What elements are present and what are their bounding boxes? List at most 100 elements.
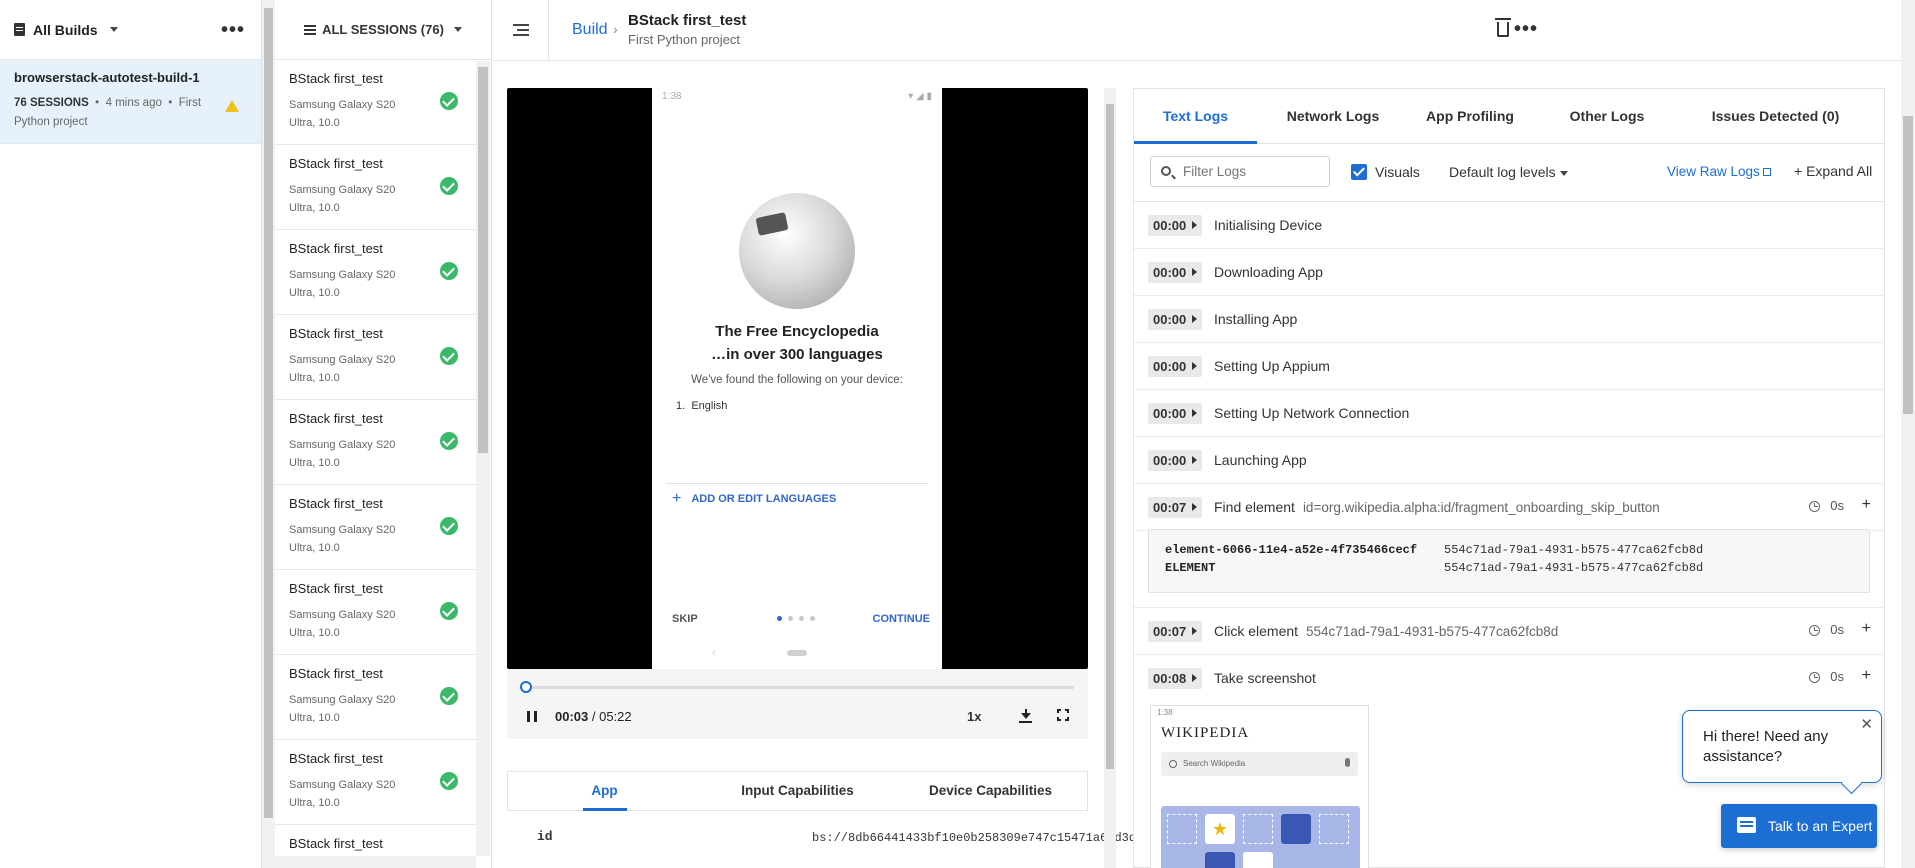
sessions-header-dropdown[interactable]: ALL SESSIONS (76) <box>275 0 491 60</box>
session-list-item[interactable]: BStack first_test Samsung Galaxy S20 Ultr… <box>275 740 476 825</box>
session-device: Samsung Galaxy S20 Ultra, 10.0 <box>289 524 396 554</box>
pause-icon[interactable] <box>527 711 537 722</box>
add-languages-link: + ADD OR EDIT LANGUAGES <box>672 490 836 508</box>
log-levels-dropdown[interactable]: Default log levels <box>1449 164 1568 180</box>
session-list-item[interactable]: BStack first_test Samsung Galaxy S20 Ultr… <box>275 315 476 400</box>
delete-icon[interactable] <box>1495 18 1511 37</box>
tab-network-logs[interactable]: Network Logs <box>1257 89 1409 143</box>
session-list-item[interactable]: BStack first_test Samsung Galaxy S20 Ultr… <box>275 60 476 145</box>
log-row[interactable]: 00:00 Setting Up Appium <box>1134 343 1884 390</box>
session-list-item[interactable]: BStack first_test Samsung Galaxy S20 Ultr… <box>275 230 476 315</box>
log-timestamp[interactable]: 00:00 <box>1148 450 1203 471</box>
sessions-scrollbar[interactable] <box>476 61 490 856</box>
session-title: BStack first_test <box>289 836 383 851</box>
filter-logs-input[interactable] <box>1150 156 1330 187</box>
tab-text-logs[interactable]: Text Logs <box>1134 89 1257 144</box>
screenshot-thumbnail[interactable]: 1:38 WIKIPEDIA Search Wikipedia ★ <box>1150 705 1369 868</box>
session-device: Samsung Galaxy S20 Ultra, 10.0 <box>289 694 396 724</box>
expand-plus-icon[interactable]: + <box>1862 620 1871 638</box>
log-command: Find element <box>1214 499 1295 515</box>
tab-app[interactable]: App <box>508 772 701 811</box>
divider <box>666 483 928 484</box>
log-timestamp[interactable]: 00:08 <box>1148 668 1203 689</box>
video-current-time: 00:03 <box>555 709 589 724</box>
visuals-checkbox[interactable] <box>1351 164 1367 180</box>
toggle-sidebar-button[interactable] <box>493 0 549 60</box>
log-timestamp[interactable]: 00:07 <box>1148 497 1203 518</box>
tab-other-logs[interactable]: Other Logs <box>1531 89 1683 143</box>
microphone-icon <box>1345 758 1350 767</box>
log-timestamp[interactable]: 00:00 <box>1148 309 1203 330</box>
log-message: Find element id=org.wikipedia.alpha:id/fr… <box>1214 499 1660 515</box>
video-progress-knob[interactable] <box>520 681 532 693</box>
more-options-icon[interactable]: ••• <box>1514 19 1538 39</box>
sessions-scrollbar-thumb[interactable] <box>478 67 488 453</box>
check-circle-icon <box>440 517 458 535</box>
session-list-item[interactable]: BStack first_test Samsung Galaxy S20 Ultr… <box>275 145 476 230</box>
wikipedia-wordmark: WIKIPEDIA <box>1161 725 1250 741</box>
plus-icon: + <box>672 490 682 507</box>
session-device: Samsung Galaxy S20 Ultra, 10.0 <box>289 779 396 809</box>
search-icon <box>1161 166 1171 176</box>
log-message: Initialising Device <box>1214 217 1323 233</box>
video-panel: 1:38 ▾ ◢ ▮ The Free Encyclopedia …in ove… <box>507 88 1088 739</box>
builds-more-icon[interactable]: ••• <box>221 20 245 40</box>
tab-issues-detected[interactable]: Issues Detected (0) <box>1683 89 1868 143</box>
log-row[interactable]: 00:00 Initialising Device <box>1134 202 1884 249</box>
session-device: Samsung Galaxy S20 Ultra, 10.0 <box>289 184 396 214</box>
chevron-down-icon <box>109 27 118 32</box>
main-scrollbar[interactable] <box>1104 88 1116 868</box>
log-row[interactable]: 00:00 Launching App <box>1134 437 1884 484</box>
log-row[interactable]: 00:00 Downloading App <box>1134 249 1884 296</box>
log-row[interactable]: 00:00 Installing App <box>1134 296 1884 343</box>
clock-icon <box>1809 625 1820 636</box>
sessions-header-label: ALL SESSIONS (76) <box>322 22 444 37</box>
expand-plus-icon[interactable]: + <box>1862 496 1871 514</box>
session-device: Samsung Galaxy S20 Ultra, 10.0 <box>289 99 396 129</box>
log-row-find-element[interactable]: 00:07 Find element id=org.wikipedia.alpha… <box>1134 484 1884 531</box>
list-icon <box>304 24 317 35</box>
log-timestamp[interactable]: 00:00 <box>1148 215 1203 236</box>
fullscreen-icon[interactable] <box>1056 708 1070 722</box>
builds-scrollbar-thumb[interactable] <box>264 8 273 818</box>
playback-speed-button[interactable]: 1x <box>967 709 981 724</box>
builds-scrollbar[interactable] <box>262 0 275 868</box>
all-builds-dropdown[interactable]: All Builds <box>14 22 118 38</box>
expand-all-button[interactable]: + Expand All <box>1794 163 1872 179</box>
sessions-hscrollbar[interactable] <box>275 856 476 868</box>
breadcrumb-separator-icon: › <box>613 21 618 37</box>
element-key-1: element-6066-11e4-a52e-4f735466cecf <box>1165 543 1418 557</box>
tab-input-capabilities[interactable]: Input Capabilities <box>701 772 894 810</box>
view-raw-logs-link[interactable]: View Raw Logs <box>1667 164 1771 179</box>
home-pill-icon <box>787 650 807 656</box>
log-levels-label: Default log levels <box>1449 164 1556 180</box>
tab-app-profiling[interactable]: App Profiling <box>1409 89 1531 143</box>
build-list-item[interactable]: browserstack-autotest-build-1 76 SESSION… <box>0 60 261 144</box>
session-list-item[interactable]: BStack first_test Samsung Galaxy S20 Ultr… <box>275 570 476 655</box>
log-timestamp[interactable]: 00:00 <box>1148 262 1203 283</box>
log-timestamp[interactable]: 00:00 <box>1148 356 1203 377</box>
thumb-search-placeholder: Search Wikipedia <box>1183 759 1246 768</box>
log-row[interactable]: 00:00 Setting Up Network Connection <box>1134 390 1884 437</box>
video-player[interactable]: 1:38 ▾ ◢ ▮ The Free Encyclopedia …in ove… <box>507 88 1088 669</box>
breadcrumb-build[interactable]: Build <box>572 21 608 39</box>
close-icon[interactable]: ✕ <box>1860 715 1873 735</box>
log-timestamp[interactable]: 00:00 <box>1148 403 1203 424</box>
page-scrollbar-thumb[interactable] <box>1903 116 1913 414</box>
page-indicator <box>777 616 815 621</box>
log-timestamp[interactable]: 00:07 <box>1148 621 1203 642</box>
log-row-click-element[interactable]: 00:07 Click element 554c71ad-79a1-4931-b5… <box>1134 608 1884 655</box>
tab-device-capabilities[interactable]: Device Capabilities <box>894 772 1087 810</box>
capability-value: bs://8db66441433bf10e0b258309e747c15471a… <box>812 831 1137 845</box>
expand-plus-icon[interactable]: + <box>1862 667 1871 685</box>
session-list-item[interactable]: BStack first_test Samsung Galaxy S20 Ultr… <box>275 655 476 740</box>
session-list-item[interactable]: BStack first_test Samsung Galaxy S20 Ultr… <box>275 400 476 485</box>
session-list-item[interactable]: BStack first_test Samsung Galaxy S20 Ultr… <box>275 485 476 570</box>
page-scrollbar[interactable] <box>1901 0 1915 868</box>
main-scrollbar-thumb[interactable] <box>1106 104 1114 769</box>
build-name: browserstack-autotest-build-1 <box>14 70 200 85</box>
log-row-take-screenshot[interactable]: 00:08 Take screenshot 0s + <box>1134 655 1884 702</box>
talk-to-expert-button[interactable]: Talk to an Expert <box>1721 804 1877 848</box>
log-toolbar: Visuals Default log levels View Raw Logs… <box>1134 144 1884 202</box>
video-progress-bar[interactable] <box>523 686 1074 689</box>
